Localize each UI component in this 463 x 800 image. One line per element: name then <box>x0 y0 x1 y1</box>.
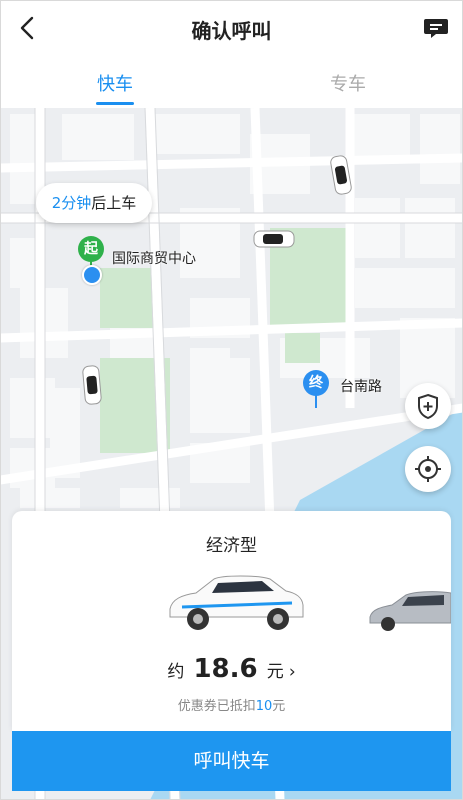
locate-target-icon <box>415 456 441 482</box>
start-place-label: 国际商贸中心 <box>112 251 196 267</box>
price-value: 18.6 <box>193 654 258 684</box>
chevron-right-icon: › <box>288 662 296 682</box>
car-marker-2 <box>253 230 295 248</box>
comfort-car-image <box>369 591 451 631</box>
ride-type-tabs: 快车 专车 <box>0 58 463 108</box>
header: 确认呼叫 <box>0 0 463 58</box>
tab-express[interactable]: 快车 <box>60 70 170 96</box>
discount-unit: 元 <box>272 699 286 714</box>
locate-button[interactable] <box>405 446 451 492</box>
discount-amount: 10 <box>255 699 273 714</box>
discount-text: 优惠券已抵扣 <box>177 699 256 714</box>
pickup-unit: 分钟 <box>61 194 92 212</box>
start-location-dot <box>82 265 102 285</box>
page-title: 确认呼叫 <box>191 19 272 43</box>
pickup-time-bubble: 2分钟后上车 <box>36 183 152 223</box>
end-place-label: 台南路 <box>340 379 382 395</box>
tab-premier[interactable]: 专车 <box>293 70 403 96</box>
economy-car-image <box>169 575 304 630</box>
pickup-minutes: 2 <box>51 194 62 212</box>
car-marker-3 <box>82 365 102 405</box>
end-pin-stem <box>315 394 317 408</box>
vehicle-card[interactable]: 经济型 约 18.6 元 › 优惠券已抵扣10元 <box>12 511 451 731</box>
tab-underline <box>96 102 134 105</box>
price-estimate[interactable]: 约 18.6 元 › <box>12 654 451 684</box>
coupon-discount: 优惠券已抵扣10元 <box>12 695 451 714</box>
safety-button[interactable] <box>405 383 451 429</box>
price-prefix: 约 <box>167 662 185 682</box>
shield-plus-icon <box>418 393 438 420</box>
end-pin: 终 <box>303 370 329 396</box>
car-type-label: 经济型 <box>206 536 257 556</box>
call-express-button[interactable]: 呼叫快车 <box>12 731 451 791</box>
pickup-suffix: 后上车 <box>91 194 137 212</box>
start-pin: 起 <box>78 236 104 262</box>
price-unit: 元 <box>266 662 284 682</box>
message-icon[interactable] <box>423 15 449 41</box>
